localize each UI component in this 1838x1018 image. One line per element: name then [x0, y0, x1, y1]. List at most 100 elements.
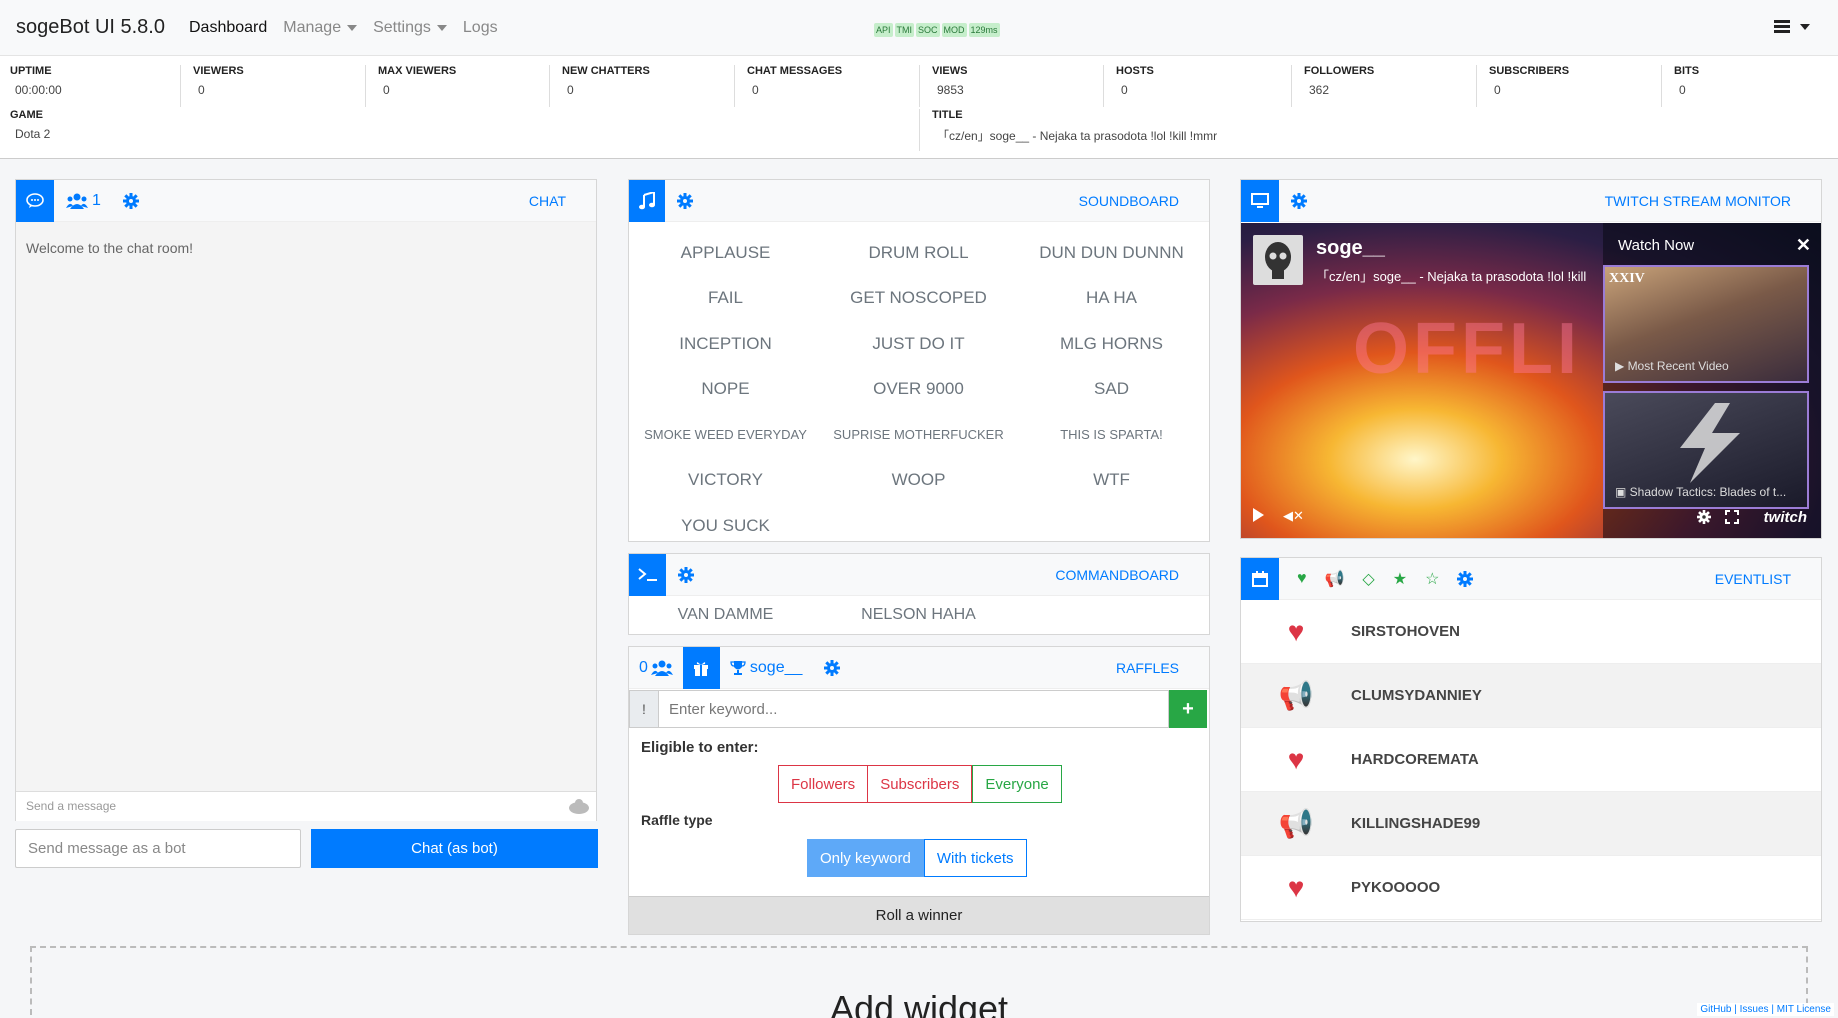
chat-users-tab[interactable]: 1: [66, 192, 101, 210]
eligible-subscribers-button[interactable]: Subscribers: [868, 765, 973, 803]
users-icon: [650, 660, 673, 676]
add-keyword-button[interactable]: +: [1169, 690, 1207, 728]
raffle-participants-tab[interactable]: 0: [639, 659, 673, 677]
stat-new-chatters: NEW CHATTERS 0: [549, 65, 650, 107]
stat-value: 00:00:00: [15, 83, 62, 97]
stat-bits: BITS 0: [1661, 65, 1699, 107]
chat-settings-button[interactable]: [122, 192, 139, 209]
filter-cheer-icon[interactable]: ◇: [1362, 569, 1374, 589]
gear-icon[interactable]: [1697, 510, 1711, 524]
eventlist-tab[interactable]: [1241, 557, 1279, 600]
command-button[interactable]: NELSON HAHA: [822, 596, 1015, 634]
sound-button[interactable]: INCEPTION: [629, 321, 822, 367]
eventlist-settings-button[interactable]: [1457, 570, 1474, 587]
footer-links[interactable]: GitHub | Issues | MIT License: [1697, 1003, 1834, 1016]
stat-value: 0: [567, 83, 574, 97]
raffle-winner-tab[interactable]: soge__: [730, 659, 802, 677]
stream-player[interactable]: soge__ 「cz/en」soge__ - Nejaka ta prasodo…: [1241, 223, 1821, 538]
raffle-type-group: Only keyword With tickets: [807, 839, 1027, 877]
keyword-input[interactable]: Enter keyword...: [659, 690, 1169, 728]
twitch-logo[interactable]: twitch: [1764, 509, 1807, 526]
commandboard-settings-button[interactable]: [678, 566, 694, 583]
sound-button[interactable]: WTF: [1015, 458, 1208, 504]
stat-label: VIEWS: [932, 65, 968, 77]
raffles-header: 0 soge__ RAFFLES: [629, 646, 1209, 689]
users-icon: [66, 193, 88, 209]
only-keyword-button[interactable]: Only keyword: [807, 839, 924, 877]
event-username: CLUMSYDANNIEY: [1351, 687, 1482, 704]
sound-button[interactable]: DUN DUN DUNNN: [1015, 230, 1208, 276]
sound-button[interactable]: SAD: [1015, 367, 1208, 413]
sound-button[interactable]: FAIL: [629, 276, 822, 322]
chat-messages: Welcome to the chat room!: [16, 222, 596, 791]
event-username: KILLINGSHADE99: [1351, 815, 1481, 832]
stream-monitor-tab[interactable]: [1241, 179, 1279, 222]
soundboard-settings-button[interactable]: [677, 192, 693, 209]
megaphone-icon: 📢: [1278, 808, 1314, 839]
soundboard-tab[interactable]: [629, 179, 665, 222]
sound-button[interactable]: THIS IS SPARTA!: [1015, 412, 1208, 458]
stat-value[interactable]: Dota 2: [10, 127, 50, 141]
command-button[interactable]: VAN DAMME: [629, 596, 822, 634]
mute-icon[interactable]: ◀✕: [1283, 508, 1304, 524]
commandboard-tab[interactable]: [629, 553, 666, 596]
commandboard-title: COMMANDBOARD: [1055, 567, 1179, 583]
add-widget-area[interactable]: Add widget: [30, 946, 1808, 1018]
filter-resub-icon[interactable]: ☆: [1425, 569, 1439, 589]
channel-name[interactable]: soge__: [1316, 237, 1385, 260]
filter-host-icon[interactable]: 📢: [1325, 569, 1345, 589]
chat-widget: 1 CHAT Welcome to the chat room! Send a …: [15, 179, 597, 821]
stat-value[interactable]: 「cz/en」soge__ - Nejaka ta prasodota !lol…: [932, 127, 1217, 144]
eligible-group: Followers Subscribers Everyone: [778, 765, 1062, 803]
filter-follow-icon[interactable]: ♥: [1297, 570, 1307, 588]
filter-sub-icon[interactable]: ★: [1393, 569, 1407, 589]
stat-value: 0: [383, 83, 390, 97]
brand[interactable]: sogeBot UI 5.8.0: [16, 16, 165, 39]
bot-message-input[interactable]: Send message as a bot: [15, 829, 301, 868]
menu-toggle-button[interactable]: [1774, 20, 1810, 33]
nav-settings[interactable]: Settings: [373, 19, 447, 37]
game-thumbnail[interactable]: ▣ Shadow Tactics: Blades of t...: [1603, 391, 1809, 509]
sound-button[interactable]: APPLAUSE: [629, 230, 822, 276]
with-tickets-button[interactable]: With tickets: [923, 839, 1027, 877]
stats-bar: UPTIME 00:00:00 VIEWERS 0 MAX VIEWERS 0 …: [0, 56, 1838, 159]
chat-tab[interactable]: [16, 179, 54, 222]
stream-settings-button[interactable]: [1291, 192, 1307, 209]
chat-header: 1 CHAT: [16, 179, 596, 222]
sound-button[interactable]: HA HA: [1015, 276, 1208, 322]
sound-button[interactable]: YOU SUCK: [629, 503, 822, 549]
fullscreen-icon[interactable]: [1725, 510, 1739, 524]
sound-button[interactable]: WOOP: [822, 458, 1015, 504]
chat-message-input[interactable]: Send a message: [16, 791, 596, 821]
sound-button[interactable]: VICTORY: [629, 458, 822, 504]
sound-button[interactable]: MLG HORNS: [1015, 321, 1208, 367]
chat-as-bot-button[interactable]: Chat (as bot): [311, 829, 598, 868]
close-icon[interactable]: ✕: [1796, 235, 1811, 256]
sound-button[interactable]: SMOKE WEED EVERYDAY: [629, 412, 822, 458]
stat-hosts: HOSTS 0: [1103, 65, 1154, 107]
sound-button[interactable]: GET NOSCOPED: [822, 276, 1015, 322]
sound-button[interactable]: DRUM ROLL: [822, 230, 1015, 276]
sound-button[interactable]: OVER 9000: [822, 367, 1015, 413]
eligible-everyone-button[interactable]: Everyone: [972, 765, 1062, 803]
nav-manage[interactable]: Manage: [283, 19, 358, 37]
soc-badge: SOC: [916, 23, 940, 37]
sound-button[interactable]: SUPRISE MOTHERFUCKER: [822, 412, 1015, 458]
sound-button[interactable]: NOPE: [629, 367, 822, 413]
emote-icon[interactable]: [568, 798, 590, 814]
roll-winner-button[interactable]: Roll a winner: [629, 896, 1209, 934]
caret-down-icon: [436, 24, 447, 31]
event-list: ♥ SIRSTOHOVEN 📢 CLUMSYDANNIEY ♥ HARDCOREMATA 📢…: [1241, 600, 1821, 920]
sound-button[interactable]: JUST DO IT: [822, 321, 1015, 367]
gear-icon: [1457, 570, 1474, 587]
play-icon[interactable]: [1253, 508, 1264, 522]
nav-logs[interactable]: Logs: [463, 19, 498, 37]
eligible-followers-button[interactable]: Followers: [778, 765, 869, 803]
raffle-settings-button[interactable]: [824, 659, 841, 676]
skull-avatar-icon: [1255, 237, 1301, 283]
channel-avatar: [1253, 235, 1303, 285]
nav-dashboard[interactable]: Dashboard: [189, 19, 267, 37]
gear-icon: [824, 659, 841, 676]
raffle-main-tab[interactable]: [682, 646, 720, 689]
recent-video-thumbnail[interactable]: XXIV ▶ Most Recent Video: [1603, 265, 1809, 383]
